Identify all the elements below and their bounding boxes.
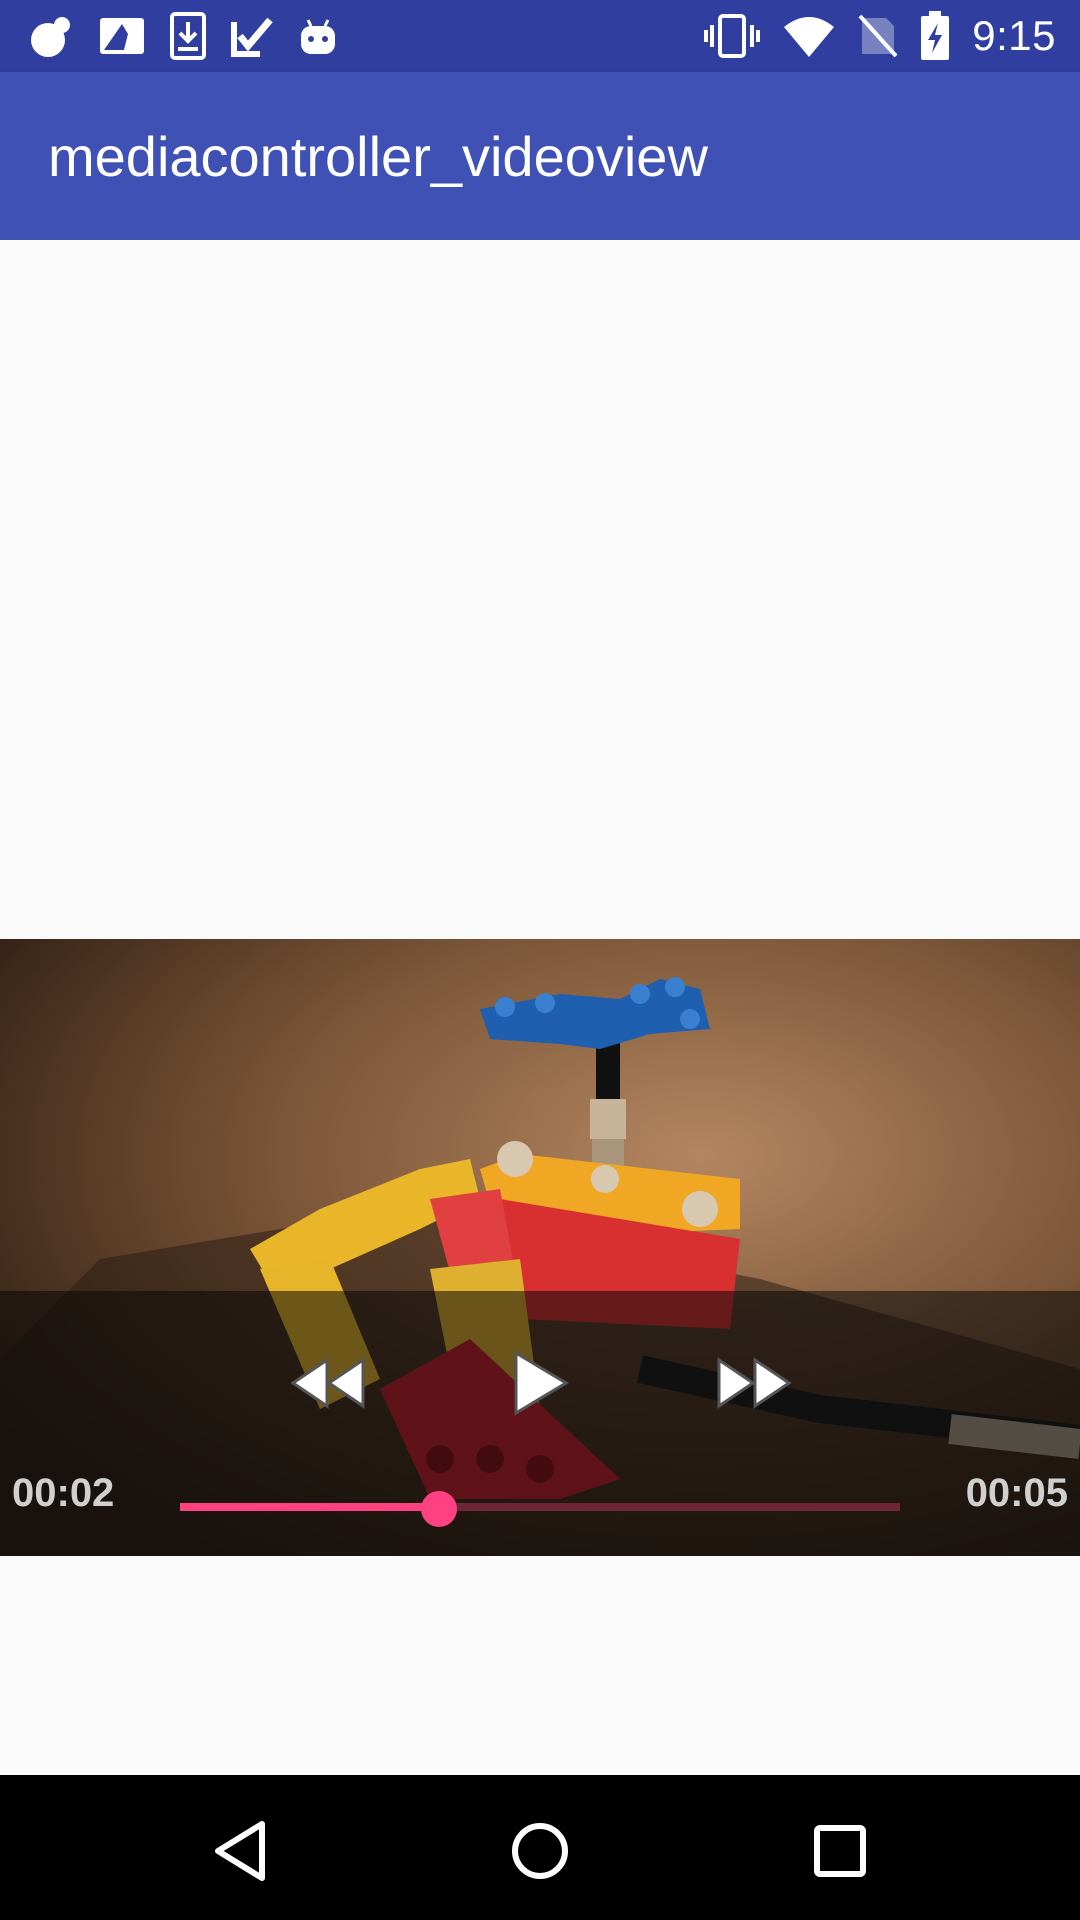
status-clock: 9:15 — [972, 12, 1056, 59]
download-icon — [170, 12, 206, 60]
seek-thumb[interactable] — [421, 1491, 458, 1527]
back-icon — [215, 1821, 265, 1881]
content-area: 00:02 00:05 — [0, 240, 1080, 1775]
current-time: 00:02 — [12, 1471, 115, 1515]
system-status-icons: 9:15 — [704, 10, 1056, 62]
checklist-icon — [231, 17, 273, 57]
rewind-button[interactable] — [286, 1347, 370, 1419]
seek-progress — [180, 1503, 440, 1511]
android-icon — [301, 19, 335, 54]
app-bar: mediacontroller_videoview — [0, 72, 1080, 240]
play-button[interactable] — [498, 1347, 582, 1419]
fast-forward-icon — [717, 1357, 792, 1409]
home-button[interactable] — [500, 1811, 580, 1891]
seek-bar[interactable] — [180, 1491, 900, 1527]
recents-icon — [814, 1825, 866, 1877]
notification-icons — [28, 10, 338, 62]
play-icon — [514, 1350, 569, 1416]
total-time: 00:05 — [965, 1471, 1068, 1515]
navigation-bar — [0, 1775, 1080, 1920]
media-controller: 00:02 00:05 — [0, 1291, 1080, 1556]
wifi-icon — [784, 17, 835, 57]
fast-forward-button[interactable] — [712, 1347, 796, 1419]
photo-icon — [100, 18, 144, 54]
notification-blob-icon — [31, 17, 70, 57]
no-sim-icon — [858, 14, 898, 58]
rewind-icon — [290, 1357, 365, 1409]
battery-charging-icon — [921, 11, 950, 60]
status-bar: 9:15 — [0, 0, 1080, 72]
recents-button[interactable] — [800, 1811, 880, 1891]
back-button[interactable] — [200, 1811, 280, 1891]
home-icon — [512, 1823, 568, 1879]
video-view[interactable]: 00:02 00:05 — [0, 939, 1080, 1556]
app-title: mediacontroller_videoview — [48, 125, 708, 188]
vibrate-icon — [704, 14, 761, 58]
